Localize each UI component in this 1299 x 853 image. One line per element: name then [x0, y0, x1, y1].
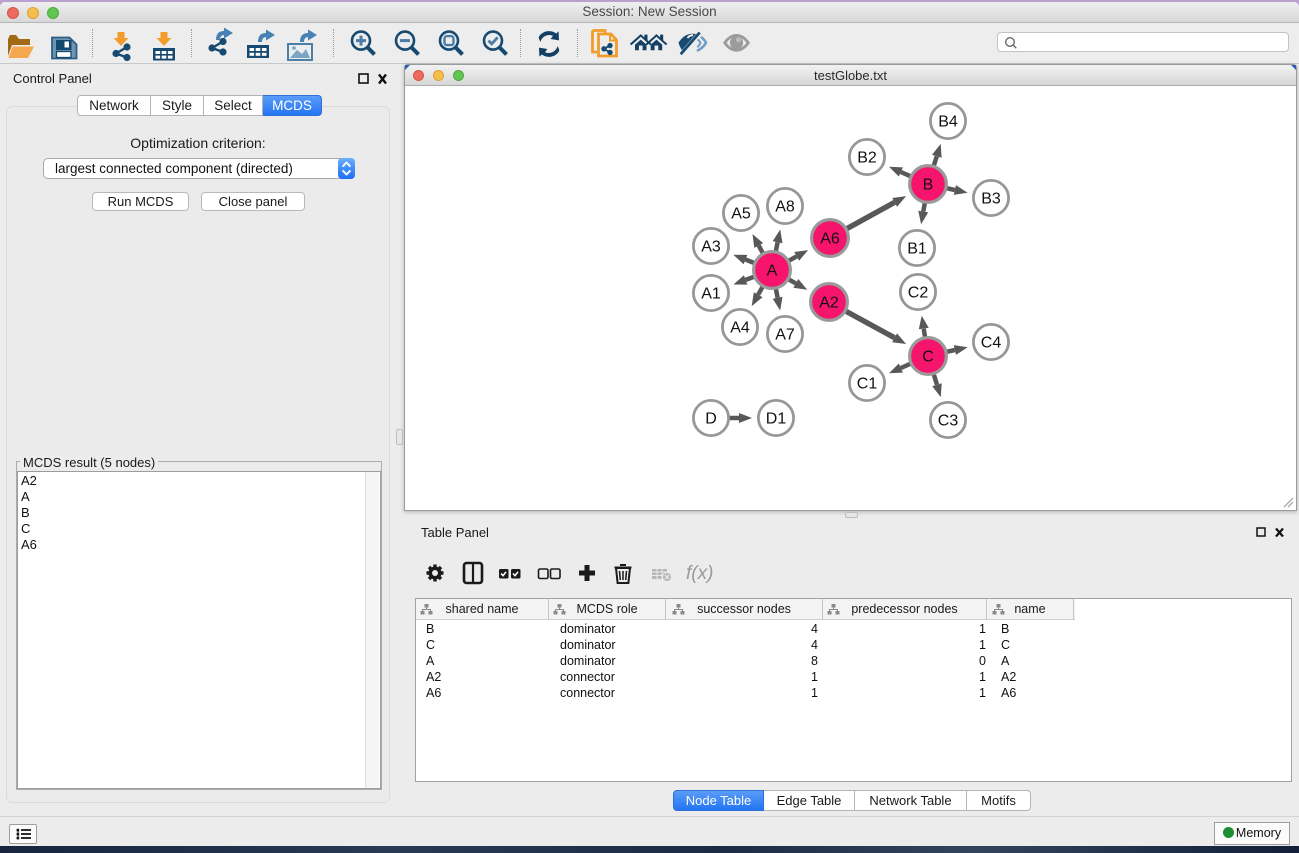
svg-text:D1: D1: [766, 411, 787, 428]
svg-text:A2: A2: [819, 295, 839, 312]
svg-text:C4: C4: [981, 335, 1002, 352]
svg-text:f(x): f(x): [686, 563, 713, 584]
svg-text:C2: C2: [908, 285, 929, 302]
svg-text:C: C: [922, 349, 934, 366]
svg-text:B1: B1: [907, 241, 927, 258]
svg-text:B2: B2: [857, 150, 877, 167]
svg-text:A: A: [767, 263, 778, 280]
svg-text:D: D: [705, 411, 717, 428]
svg-text:B3: B3: [981, 191, 1001, 208]
svg-text:A7: A7: [775, 327, 795, 344]
svg-text:C1: C1: [857, 376, 878, 393]
svg-text:B: B: [923, 177, 934, 194]
svg-text:A1: A1: [701, 286, 721, 303]
svg-text:B4: B4: [938, 114, 958, 131]
svg-text:A3: A3: [701, 239, 721, 256]
svg-text:C3: C3: [938, 413, 959, 430]
svg-text:A6: A6: [820, 231, 840, 248]
svg-text:A4: A4: [730, 320, 750, 337]
svg-text:A8: A8: [775, 199, 795, 216]
svg-text:A5: A5: [731, 206, 751, 223]
